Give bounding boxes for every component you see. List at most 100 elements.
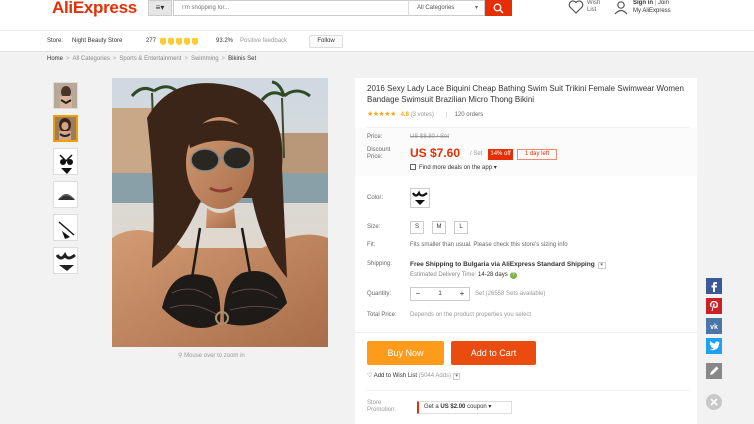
original-price: US $8.80 / Set bbox=[410, 134, 450, 140]
thumbnail-4[interactable] bbox=[53, 181, 78, 208]
quantity-stepper: − 1 + bbox=[410, 287, 470, 301]
positive-feedback-label: Positive feedback bbox=[240, 38, 288, 44]
chevron-down-icon: ▾ bbox=[493, 165, 497, 171]
size-label: Size: bbox=[367, 224, 381, 230]
thumbnail-2-selected[interactable] bbox=[53, 115, 78, 142]
edit-icon bbox=[706, 363, 722, 379]
price-unit: / Set bbox=[470, 151, 483, 157]
size-option-s[interactable]: S bbox=[410, 221, 424, 234]
header: AliExpress ≡▾ All Categories ▾ WishList … bbox=[0, 0, 754, 30]
size-option-l[interactable]: L bbox=[454, 221, 468, 234]
thumbnail-5[interactable] bbox=[53, 214, 78, 241]
orders-count: 120 orders bbox=[445, 112, 484, 118]
rating-stars-icon: ★★★★★ bbox=[367, 111, 396, 118]
product-photo bbox=[112, 78, 328, 347]
follow-button[interactable]: Follow bbox=[309, 35, 343, 48]
color-label: Color: bbox=[367, 195, 384, 201]
get-coupon-button[interactable]: Get a US $2.00 coupon ▾ bbox=[417, 401, 512, 414]
divider bbox=[367, 390, 689, 391]
twitter-icon bbox=[706, 338, 722, 354]
positive-feedback-pct: 93.2% bbox=[216, 38, 234, 44]
close-share-button[interactable] bbox=[706, 394, 722, 410]
search-button[interactable] bbox=[485, 0, 512, 16]
chevron-down-icon: ▾ bbox=[597, 262, 606, 269]
search-category-select[interactable]: All Categories ▾ bbox=[408, 1, 484, 15]
rating-votes[interactable]: (3 votes) bbox=[411, 112, 434, 118]
breadcrumb-sports[interactable]: Sports & Entertainment bbox=[119, 56, 181, 62]
search-input[interactable] bbox=[174, 1, 404, 15]
facebook-share-button[interactable] bbox=[706, 278, 722, 294]
breadcrumb-home[interactable]: Home bbox=[47, 56, 63, 62]
buy-now-button[interactable]: Buy Now bbox=[367, 341, 444, 365]
divider bbox=[367, 127, 689, 128]
svg-text:vk: vk bbox=[710, 324, 718, 331]
fit-text[interactable]: Fits smaller than usual. Please check th… bbox=[410, 242, 568, 248]
breadcrumb-swimming[interactable]: Swimming bbox=[191, 56, 219, 62]
category-menu-button[interactable]: ≡▾ bbox=[148, 0, 172, 16]
join-link[interactable]: Join bbox=[658, 0, 669, 6]
shipping-label: Shipping: bbox=[367, 261, 393, 267]
zoom-hint: ⚲ Mouse over to zoom in bbox=[178, 353, 245, 359]
sign-in-link[interactable]: Sign in bbox=[633, 0, 653, 6]
product-info-panel: 2016 Sexy Lady Lace Biquini Cheap Bathin… bbox=[355, 78, 697, 424]
store-bar: Store: Night Beauty Store 277 93.2% Posi… bbox=[0, 30, 754, 52]
aliexpress-logo[interactable]: AliExpress bbox=[52, 0, 137, 18]
my-account-link[interactable]: My AliExpress bbox=[633, 8, 671, 14]
discount-price: US $7.60 bbox=[410, 146, 461, 160]
thumbnail-6[interactable] bbox=[53, 247, 78, 274]
facebook-icon bbox=[706, 278, 722, 294]
store-score: 277 bbox=[146, 38, 157, 44]
chevron-down-icon: ▾ bbox=[474, 5, 478, 11]
edit-button[interactable] bbox=[706, 363, 722, 379]
rating-value: 4.8 bbox=[400, 112, 409, 118]
pinterest-share-button[interactable] bbox=[706, 298, 722, 314]
size-option-m[interactable]: M bbox=[432, 221, 446, 234]
quantity-label: Quantity: bbox=[367, 291, 392, 297]
quantity-decrease-button[interactable]: − bbox=[411, 288, 425, 300]
color-swatch[interactable] bbox=[410, 188, 430, 208]
shipping-info[interactable]: Free Shipping to Bulgaria via AliExpress… bbox=[410, 261, 606, 269]
store-label: Store: bbox=[47, 38, 64, 44]
total-price-text: Depends on the product properties you se… bbox=[410, 312, 532, 318]
store-name[interactable]: Night Beauty Store bbox=[72, 38, 122, 44]
add-to-cart-button[interactable]: Add to Cart bbox=[451, 341, 536, 365]
vk-share-button[interactable]: vk bbox=[706, 318, 722, 334]
search-icon bbox=[493, 3, 504, 14]
add-to-wish-list-link[interactable]: ♡ Add to Wish List (5044 Adds) ▾ bbox=[367, 372, 461, 380]
store-medals-icon bbox=[160, 38, 206, 45]
account-menu[interactable]: Sign in | Join My AliExpress bbox=[613, 0, 713, 18]
help-icon: ? bbox=[509, 272, 517, 279]
breadcrumb-all-categories[interactable]: All Categories bbox=[73, 56, 110, 62]
total-price-label: Total Price: bbox=[367, 312, 397, 318]
breadcrumb-bikinis-set[interactable]: Bikinis Set bbox=[228, 56, 256, 62]
product-title: 2016 Sexy Lady Lace Biquini Cheap Bathin… bbox=[367, 84, 684, 104]
chevron-down-icon: ▾ bbox=[453, 373, 461, 380]
chevron-down-icon: ▾ bbox=[488, 404, 492, 410]
price-label: Price: bbox=[367, 134, 383, 140]
thumbnail-1[interactable] bbox=[53, 82, 78, 109]
delivery-time: Estimated Delivery Time: 14-28 days? bbox=[410, 272, 517, 279]
main-product-image[interactable] bbox=[112, 78, 328, 347]
phone-icon bbox=[410, 164, 416, 170]
user-icon bbox=[614, 1, 628, 15]
wish-list-link[interactable]: Wish List bbox=[568, 0, 608, 18]
breadcrumb: Home > All Categories > Sports & Entertainme… bbox=[47, 56, 257, 62]
quantity-increase-button[interactable]: + bbox=[455, 288, 469, 300]
wish-list-count: (5044 Adds) bbox=[418, 373, 452, 379]
store-promotion-label: Store Promotion: bbox=[367, 400, 397, 413]
search-box: All Categories ▾ bbox=[173, 0, 485, 16]
menu-icon: ≡▾ bbox=[155, 3, 165, 12]
search-category-label: All Categories bbox=[417, 5, 455, 11]
pinterest-icon bbox=[706, 298, 722, 314]
vk-icon: vk bbox=[706, 318, 722, 334]
days-left-badge: 1 day left bbox=[517, 149, 557, 160]
twitter-share-button[interactable] bbox=[706, 338, 722, 354]
quantity-input[interactable]: 1 bbox=[425, 288, 455, 300]
available-stock: Set (26558 Sets available) bbox=[475, 291, 546, 297]
heart-icon bbox=[568, 0, 584, 14]
close-icon bbox=[706, 394, 722, 410]
more-deals-link[interactable]: Find more deals on the app ▾ bbox=[410, 164, 497, 171]
wish-list-label: Wish List bbox=[587, 0, 601, 13]
thumbnail-3[interactable] bbox=[53, 148, 78, 175]
fit-label: Fit: bbox=[367, 242, 376, 248]
